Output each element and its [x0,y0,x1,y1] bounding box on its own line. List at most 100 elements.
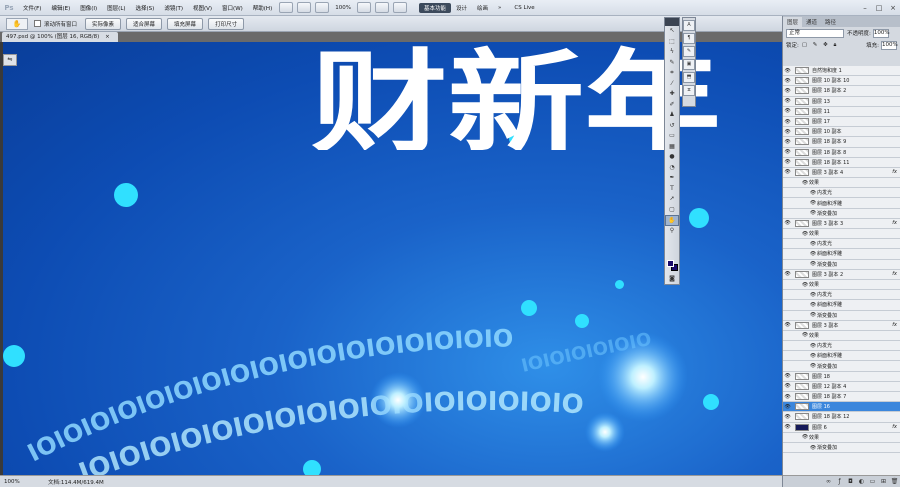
menu-image[interactable]: 图像(I) [75,4,102,12]
visibility-eye-icon[interactable]: 👁︎ [809,210,817,216]
workspace-design[interactable]: 设计 [451,4,472,12]
opacity-field[interactable]: 100% [872,28,890,38]
visibility-eye-icon[interactable]: 👁︎ [801,231,809,237]
menu-select[interactable]: 选择(S) [131,4,160,12]
layer-fx-icon[interactable]: fx [892,424,897,430]
layer-effect-row[interactable]: 👁︎ 渐变叠加 [783,208,900,219]
status-zoom[interactable]: 100% [4,479,30,485]
visibility-eye-icon[interactable]: 👁︎ [783,373,792,379]
add-style-icon[interactable]: ƒ [834,478,845,485]
clone-stamp-tool-icon[interactable]: ♟ [665,110,679,121]
fill-screen-button[interactable]: 填充屏幕 [167,17,204,30]
menu-file[interactable]: 文件(F) [18,4,46,12]
visibility-eye-icon[interactable]: 👁︎ [783,220,792,226]
link-layers-icon[interactable]: ∞ [823,478,834,485]
lock-icons[interactable]: ▢ ✎ ✥ 🔒︎ [802,42,839,49]
layer-row[interactable]: 👁︎ 图层 18 副本 8 [783,147,900,158]
layer-row[interactable]: 👁︎ 图层 16 [783,402,900,413]
minimize-icon[interactable]: – [858,4,872,12]
menu-layer[interactable]: 图层(L) [102,4,130,12]
layer-row[interactable]: 👁︎ 图层 3 副本 3 fx [783,218,900,229]
visibility-eye-icon[interactable]: 👁︎ [801,332,809,338]
layer-effect-row[interactable]: 👁︎ 效果 [783,279,900,291]
brush-tool-icon[interactable]: ✐ [665,100,679,111]
layer-row[interactable]: 👁︎ 图层 3 副本 fx [783,320,900,331]
visibility-eye-icon[interactable]: 👁︎ [783,404,792,410]
visibility-eye-icon[interactable]: 👁︎ [783,322,792,328]
status-doc-info[interactable]: 文档:114.4M/619.4M [48,478,104,486]
delete-layer-icon[interactable]: 🗑︎ [889,478,900,485]
cs-live-button[interactable]: CS Live [514,5,534,11]
visibility-eye-icon[interactable]: 👁︎ [783,88,792,94]
layer-effect-row[interactable]: 👁︎ 渐变叠加 [783,442,900,454]
workspace-painting[interactable]: 绘画 [472,4,493,12]
layer-row[interactable]: 👁︎ 图层 6 fx [783,422,900,433]
layer-row[interactable]: 👁︎ 图层 18 副本 9 [783,137,900,148]
layer-effect-row[interactable]: 👁︎ 效果 [783,229,900,240]
mini-bridge-button[interactable] [297,2,312,13]
visibility-eye-icon[interactable]: 👁︎ [783,414,792,420]
layer-effect-row[interactable]: 👁︎ 渐变叠加 [783,310,900,321]
actual-pixels-button[interactable]: 实际像素 [85,17,122,30]
visibility-eye-icon[interactable]: 👁︎ [809,445,817,451]
path-select-tool-icon[interactable]: ➚ [665,194,679,205]
visibility-eye-icon[interactable]: 👁︎ [809,261,817,267]
visibility-eye-icon[interactable]: 👁︎ [809,200,817,206]
new-layer-icon[interactable]: ⊞ [878,478,889,485]
bridge-button[interactable] [279,2,294,13]
layer-row[interactable]: 👁︎ 图层 11 [783,106,900,117]
layer-row[interactable]: 👁︎ 图层 10 副本 10 [783,76,900,87]
layer-row[interactable]: 👁︎ 图层 18 副本 12 [783,412,900,423]
layer-effect-row[interactable]: 👁︎ 渐变叠加 [783,361,900,372]
menu-view[interactable]: 视图(V) [188,4,217,12]
layer-row[interactable]: 👁︎ 图层 18 [783,371,900,382]
visibility-eye-icon[interactable]: 👁︎ [783,169,792,175]
clone-source-panel-icon[interactable]: ▣ [683,59,695,70]
visibility-eye-icon[interactable]: 👁︎ [809,302,817,308]
visibility-eye-icon[interactable]: 👁︎ [783,271,792,277]
visibility-eye-icon[interactable]: 👁︎ [809,363,817,369]
visibility-eye-icon[interactable]: 👁︎ [783,129,792,135]
hand-tool-preset-icon[interactable]: ✋ [6,17,28,30]
menu-window[interactable]: 窗口(W) [217,4,248,12]
eyedropper-tool-icon[interactable]: ⁄ [665,79,679,90]
blend-mode-select[interactable]: 正常 [786,28,844,38]
pen-tool-icon[interactable]: ✒ [665,173,679,184]
shape-tool-icon[interactable]: ▢ [665,205,679,216]
paragraph-panel-icon[interactable]: ¶ [683,33,695,44]
screen-mode-button[interactable] [392,2,407,13]
visibility-eye-icon[interactable]: 👁︎ [809,241,817,247]
new-group-icon[interactable]: ▭ [867,478,878,485]
tab-layers[interactable]: 图层 [783,17,803,27]
visibility-eye-icon[interactable]: 👁︎ [809,251,817,257]
type-tool-icon[interactable]: T [665,184,679,195]
visibility-eye-icon[interactable]: 👁︎ [809,353,817,359]
layer-effect-row[interactable]: 👁︎ 斜面和浮雕 [783,300,900,311]
visibility-eye-icon[interactable]: 👁︎ [783,383,792,389]
gradient-tool-icon[interactable]: ▦ [665,142,679,153]
hand-tool-icon[interactable]: ✋ [665,215,679,226]
layer-effect-row[interactable]: 👁︎ 内发光 [783,341,900,352]
workspace-overflow[interactable]: » [493,5,506,11]
tab-channels[interactable]: 通道 [802,17,821,27]
layer-effect-row[interactable]: 👁︎ 效果 [783,178,900,189]
layer-effect-row[interactable]: 👁︎ 渐变叠加 [783,259,900,270]
layer-row[interactable]: 👁︎ 图层 12 副本 4 [783,381,900,392]
layer-row[interactable]: 👁︎ 图层 13 [783,96,900,107]
visibility-eye-icon[interactable]: 👁︎ [783,424,792,430]
blur-tool-icon[interactable]: ● [665,152,679,163]
arrange-documents-button[interactable] [374,2,389,13]
layer-fx-icon[interactable]: fx [892,271,897,277]
visibility-eye-icon[interactable]: 👁︎ [801,434,809,440]
marquee-tool-icon[interactable]: ⬚ [665,37,679,48]
history-panel-icon[interactable]: ⧖ [683,85,695,96]
healing-brush-tool-icon[interactable]: ✚ [665,89,679,100]
visibility-eye-icon[interactable]: 👁︎ [783,68,792,74]
layer-effect-row[interactable]: 👁︎ 内发光 [783,290,900,301]
layer-row[interactable]: 👁︎ 图层 18 副本 2 [783,86,900,97]
guides-button[interactable] [315,2,330,13]
history-brush-tool-icon[interactable]: ↺ [665,121,679,132]
quick-select-tool-icon[interactable]: ✎ [665,58,679,69]
visibility-eye-icon[interactable]: 👁︎ [783,394,792,400]
panel-toggle-icon[interactable]: ⇋ [3,54,17,66]
